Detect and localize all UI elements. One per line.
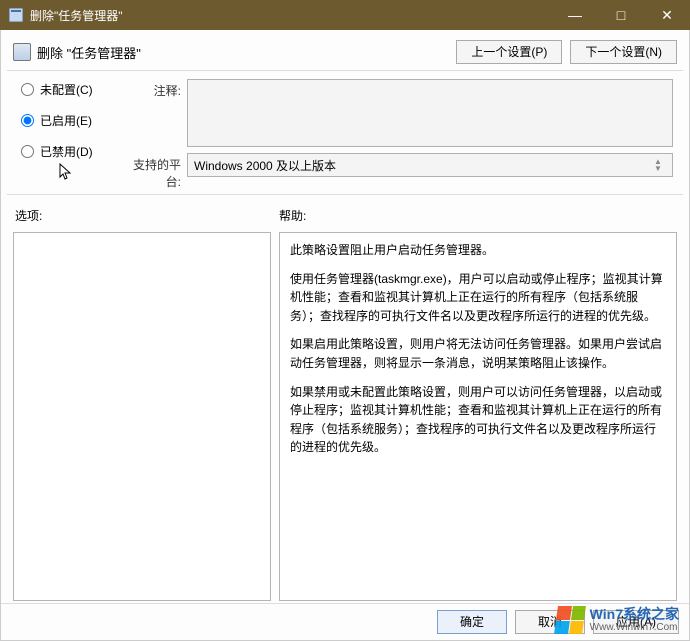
window-controls: — □ ✕ (552, 0, 690, 30)
options-label: 选项: (15, 207, 279, 224)
header-row: 删除 "任务管理器" 上一个设置(P) 下一个设置(N) (1, 30, 689, 70)
radio-disabled[interactable]: 已禁用(D) (21, 143, 121, 160)
radio-not-configured[interactable]: 未配置(C) (21, 81, 121, 98)
help-label: 帮助: (279, 207, 306, 224)
cancel-button[interactable]: 取消 (515, 610, 585, 634)
radio-enabled-label: 已启用(E) (40, 112, 92, 129)
comment-row: 注释: (121, 79, 673, 147)
previous-setting-button[interactable]: 上一个设置(P) (456, 40, 562, 64)
dialog-content: 删除 "任务管理器" 上一个设置(P) 下一个设置(N) 未配置(C) 已启用(… (0, 30, 690, 641)
radio-enabled-input[interactable] (21, 114, 34, 127)
bottom-bar: 确定 取消 应用(A) (1, 603, 689, 640)
titlebar: 删除"任务管理器" — □ ✕ (0, 0, 690, 30)
platform-row: 支持的平台: Windows 2000 及以上版本 ▲▼ (121, 153, 673, 190)
fields-column: 注释: 支持的平台: Windows 2000 及以上版本 ▲▼ (121, 79, 679, 190)
platform-value: Windows 2000 及以上版本 (194, 157, 336, 174)
radio-not-configured-label: 未配置(C) (40, 81, 93, 98)
help-paragraph: 如果启用此策略设置，则用户将无法访问任务管理器。如果用户尝试启动任务管理器，则将… (290, 335, 666, 372)
spinner-arrows-icon[interactable]: ▲▼ (650, 158, 666, 172)
radio-not-configured-input[interactable] (21, 83, 34, 96)
panels-row: 此策略设置阻止用户启动任务管理器。 使用任务管理器(taskmgr.exe)，用… (1, 228, 689, 603)
next-setting-button[interactable]: 下一个设置(N) (570, 40, 677, 64)
window-title: 删除"任务管理器" (30, 7, 552, 24)
radio-disabled-input[interactable] (21, 145, 34, 158)
config-row: 未配置(C) 已启用(E) 已禁用(D) 注释: 支持的平台: Windows … (1, 71, 689, 194)
options-panel[interactable] (13, 232, 271, 601)
apply-button[interactable]: 应用(A) (593, 610, 679, 634)
comment-label: 注释: (121, 79, 187, 99)
comment-textarea[interactable] (187, 79, 673, 147)
maximize-button[interactable]: □ (598, 0, 644, 30)
help-paragraph: 如果禁用或未配置此策略设置，则用户可以访问任务管理器，以启动或停止程序；监视其计… (290, 383, 666, 457)
panel-labels-row: 选项: 帮助: (1, 195, 689, 228)
policy-name: 删除 "任务管理器" (37, 43, 448, 62)
radio-enabled[interactable]: 已启用(E) (21, 112, 121, 129)
help-paragraph: 使用任务管理器(taskmgr.exe)，用户可以启动或停止程序；监视其计算机性… (290, 270, 666, 326)
close-button[interactable]: ✕ (644, 0, 690, 30)
help-panel[interactable]: 此策略设置阻止用户启动任务管理器。 使用任务管理器(taskmgr.exe)，用… (279, 232, 677, 601)
radio-column: 未配置(C) 已启用(E) 已禁用(D) (21, 79, 121, 190)
policy-icon (13, 43, 31, 61)
radio-disabled-label: 已禁用(D) (40, 143, 93, 160)
platform-label: 支持的平台: (121, 153, 187, 190)
window-icon (8, 7, 24, 23)
platform-field[interactable]: Windows 2000 及以上版本 ▲▼ (187, 153, 673, 177)
minimize-button[interactable]: — (552, 0, 598, 30)
ok-button[interactable]: 确定 (437, 610, 507, 634)
help-paragraph: 此策略设置阻止用户启动任务管理器。 (290, 241, 666, 260)
